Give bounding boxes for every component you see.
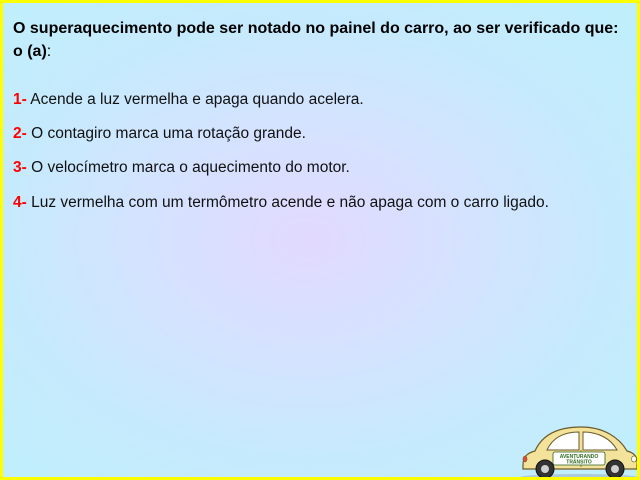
option-text: Acende a luz vermelha e apaga quando ace… <box>26 91 364 108</box>
question-text: O superaquecimento pode ser notado no pa… <box>13 17 625 63</box>
logo-line2: TRÂNSITO <box>566 459 592 466</box>
option-number: 4- <box>13 194 27 211</box>
option-number: 3- <box>13 159 27 176</box>
question-label: O superaquecimento pode ser notado no pa… <box>13 20 619 60</box>
answer-option-1[interactable]: 1- Acende a luz vermelha e apaga quando … <box>13 90 623 110</box>
option-number: 2- <box>13 125 27 142</box>
question-colon: : <box>46 43 52 60</box>
answer-option-3[interactable]: 3- O velocímetro marca o aquecimento do … <box>13 158 623 178</box>
option-text: O velocímetro marca o aquecimento do mot… <box>26 159 350 176</box>
option-number: 1- <box>13 91 27 108</box>
answer-option-4[interactable]: 4- Luz vermelha com um termômetro acende… <box>13 193 623 213</box>
answer-option-2[interactable]: 2- O contagiro marca uma rotação grande. <box>13 124 623 144</box>
option-text: Luz vermelha com um termômetro acende e … <box>26 194 549 211</box>
option-text: O contagiro marca uma rotação grande. <box>26 125 306 142</box>
slide: O superaquecimento pode ser notado no pa… <box>0 0 640 480</box>
car-logo-icon: AVENTURANDO TRÂNSITO <box>521 426 637 477</box>
